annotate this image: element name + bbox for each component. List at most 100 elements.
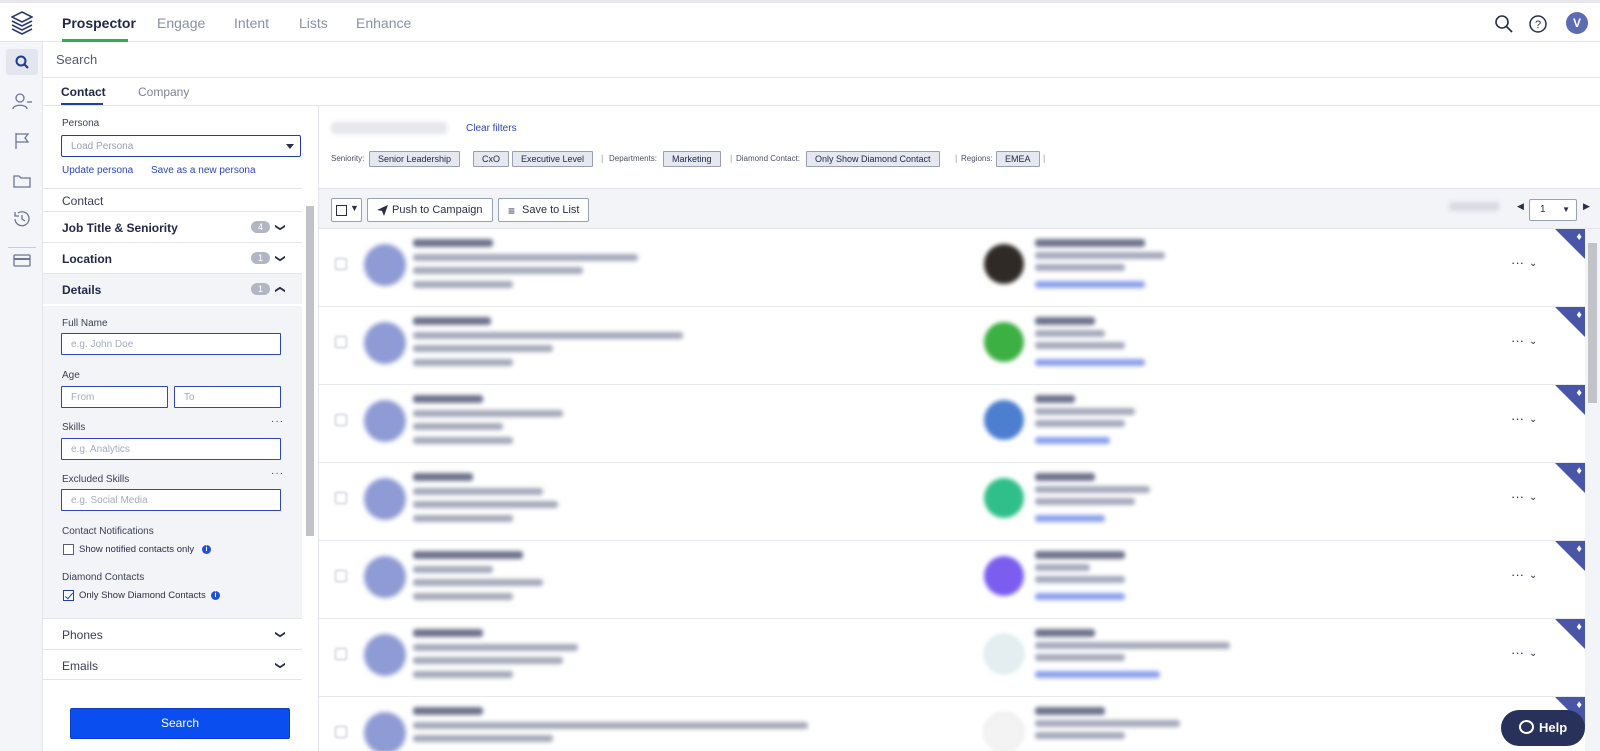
filter-chip[interactable]: CxO (473, 151, 509, 167)
tab-engage[interactable]: Engage (157, 15, 205, 31)
chevron-down-icon[interactable]: ⌄ (1529, 414, 1537, 425)
filter-chip[interactable]: EMEA (996, 151, 1040, 167)
result-row[interactable]: ♦ ··· ⌄ (319, 619, 1585, 697)
prev-page-icon[interactable]: ◀ (1517, 201, 1524, 212)
send-icon (377, 205, 388, 216)
result-row[interactable]: ♦ ··· ⌄ (319, 541, 1585, 619)
full-name-field[interactable]: e.g. John Doe (61, 333, 281, 355)
chevron-down-icon[interactable]: ⌄ (1529, 492, 1537, 503)
filter-chip[interactable]: Senior Leadership (369, 151, 461, 167)
row-checkbox[interactable] (335, 492, 347, 504)
save-to-list-button[interactable]: ≡ Save to List (498, 198, 590, 222)
rail-card-icon[interactable] (10, 249, 34, 271)
filter-scrollbar[interactable] (304, 194, 316, 685)
filter-chip[interactable]: Marketing (663, 151, 721, 167)
rail-flag-icon[interactable] (10, 130, 34, 152)
filter-chip[interactable]: Only Show Diamond Contact (806, 151, 940, 167)
page-number: 1 (1540, 204, 1546, 215)
info-icon[interactable]: i (211, 591, 220, 600)
push-to-campaign-button[interactable]: Push to Campaign (367, 198, 493, 222)
row-checkbox[interactable] (335, 336, 347, 348)
notified-contacts-checkbox[interactable] (63, 544, 74, 555)
search-bar[interactable]: Search (43, 42, 1600, 78)
tab-enhance[interactable]: Enhance (356, 15, 411, 31)
excluded-skills-placeholder: e.g. Social Media (71, 495, 148, 506)
chevron-down-icon[interactable]: ⌄ (1529, 648, 1537, 659)
filter-group-label: Diamond Contact: (736, 154, 801, 163)
results-scrollbar[interactable] (1585, 229, 1600, 751)
app-logo-icon[interactable] (11, 11, 33, 35)
more-options-icon[interactable]: ··· (271, 416, 284, 427)
search-icon[interactable] (1494, 14, 1514, 34)
tab-lists[interactable]: Lists (299, 15, 328, 31)
more-options-icon[interactable]: ··· (1511, 489, 1524, 504)
chevron-down-icon[interactable]: ⌄ (1529, 336, 1537, 347)
chevron-down-icon[interactable]: ⌄ (1529, 258, 1537, 269)
section-location[interactable]: Location 1 ❯ (43, 242, 302, 273)
tab-intent[interactable]: Intent (234, 15, 269, 31)
chevron-down-icon[interactable]: ⌄ (1529, 570, 1537, 581)
section-phones[interactable]: Phones ❯ (43, 618, 302, 649)
next-page-icon[interactable]: ▶ (1583, 201, 1590, 212)
clear-filters-link[interactable]: Clear filters (466, 123, 517, 134)
more-options-icon[interactable]: ··· (1511, 567, 1524, 582)
rail-search-icon[interactable] (10, 51, 34, 73)
blurred-location (413, 657, 563, 664)
page-select[interactable]: 1 ▼ (1529, 199, 1577, 221)
more-options-icon[interactable]: ··· (1511, 255, 1524, 270)
tab-prospector[interactable]: Prospector (62, 15, 136, 31)
scrollbar-thumb[interactable] (306, 206, 314, 536)
filter-panel: Persona Load Persona Update persona Save… (43, 106, 319, 751)
filter-separator: | (730, 153, 733, 163)
help-button[interactable]: Help (1501, 710, 1585, 746)
rail-folder-icon[interactable] (10, 170, 34, 192)
tab-company[interactable]: Company (138, 85, 189, 99)
select-all-checkbox[interactable] (336, 205, 347, 216)
blurred-company-info (1035, 642, 1230, 649)
persona-select[interactable]: Load Persona (61, 135, 301, 157)
section-emails[interactable]: Emails ❯ (43, 649, 302, 680)
count-badge: 4 (251, 221, 270, 233)
avatar (364, 400, 406, 442)
blurred-company (1035, 395, 1075, 403)
age-from-placeholder: From (71, 392, 95, 403)
row-checkbox[interactable] (335, 570, 347, 582)
scrollbar-thumb[interactable] (1588, 243, 1597, 403)
row-checkbox[interactable] (335, 726, 347, 738)
save-persona-link[interactable]: Save as a new persona (151, 165, 256, 176)
section-details[interactable]: Details 1 ❯ (43, 273, 302, 304)
more-options-icon[interactable]: ··· (271, 468, 284, 479)
age-from-field[interactable]: From (61, 386, 168, 408)
select-all-dropdown[interactable]: ▼ (331, 198, 362, 222)
rail-history-icon[interactable] (10, 208, 34, 230)
rail-contacts-icon[interactable] (10, 91, 34, 113)
diamond-contacts-checkbox[interactable] (63, 590, 74, 601)
section-job-title[interactable]: Job Title & Seniority 4 ❯ (43, 211, 302, 242)
search-button[interactable]: Search (70, 708, 290, 739)
skills-field[interactable]: e.g. Analytics (61, 438, 281, 460)
more-options-icon[interactable]: ··· (1511, 333, 1524, 348)
update-persona-link[interactable]: Update persona (62, 165, 133, 176)
blurred-company (1035, 551, 1125, 559)
user-avatar[interactable]: V (1566, 12, 1588, 34)
filter-group-label: Seniority: (331, 154, 365, 163)
result-row[interactable]: ♦ ··· ⌄ (319, 307, 1585, 385)
excluded-skills-field[interactable]: e.g. Social Media (61, 489, 281, 511)
more-options-icon[interactable]: ··· (1511, 411, 1524, 426)
help-circle-icon[interactable]: ? (1528, 14, 1548, 34)
row-checkbox[interactable] (335, 414, 347, 426)
result-row[interactable]: ♦ ··· ⌄ (319, 463, 1585, 541)
row-checkbox[interactable] (335, 648, 347, 660)
result-row[interactable]: ♦ ··· ⌄ (319, 385, 1585, 463)
tab-contact[interactable]: Contact (61, 85, 106, 99)
result-row[interactable]: ♦ ··· ⌄ (319, 229, 1585, 307)
filter-chip[interactable]: Executive Level (512, 151, 594, 167)
blurred-website (1035, 515, 1105, 522)
blurred-location (413, 501, 558, 508)
more-options-icon[interactable]: ··· (1511, 645, 1524, 660)
age-to-field[interactable]: To (174, 386, 281, 408)
info-icon[interactable]: i (202, 545, 211, 554)
blurred-contact-methods (413, 359, 513, 366)
row-checkbox[interactable] (335, 258, 347, 270)
result-row[interactable]: ♦ (319, 697, 1585, 751)
